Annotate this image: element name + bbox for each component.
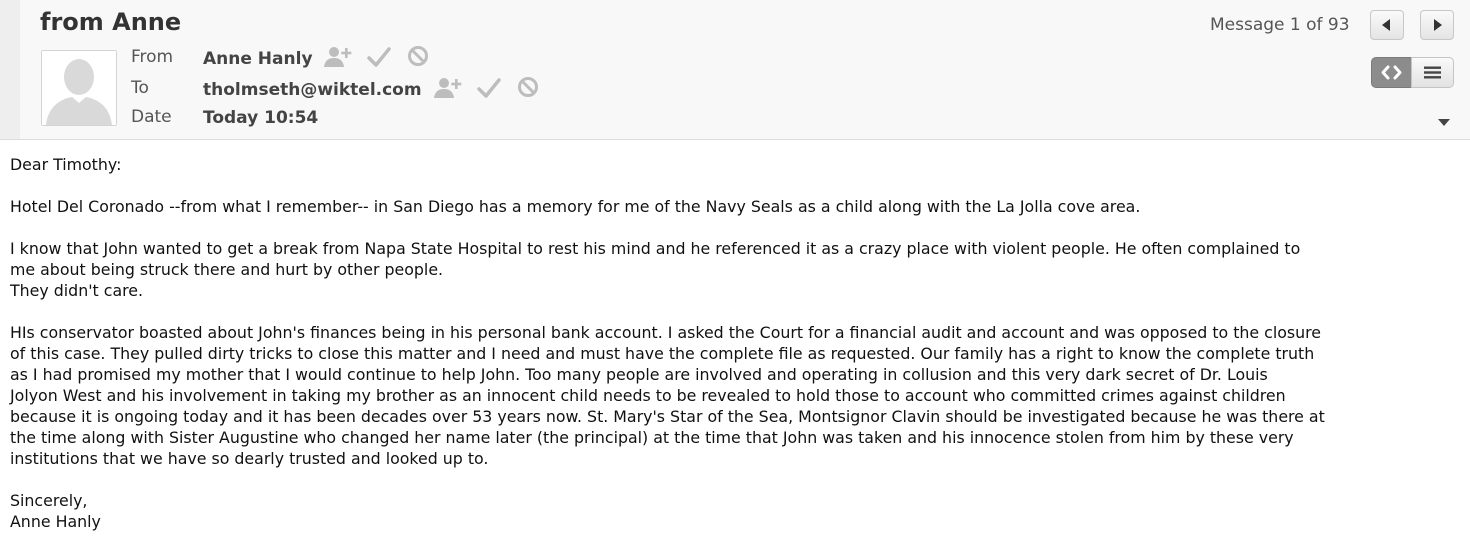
lines-icon	[1424, 66, 1441, 79]
triangle-left-icon	[1382, 19, 1390, 31]
body-line: me about being struck there and hurt by …	[10, 260, 444, 279]
previous-message-button[interactable]	[1370, 10, 1404, 40]
body-signature: Anne Hanly	[10, 512, 101, 531]
body-greeting: Dear Timothy:	[10, 155, 122, 174]
message-counter: Message 1 of 93	[1210, 15, 1350, 35]
block-icon[interactable]	[407, 45, 429, 67]
checkmark-icon[interactable]	[477, 76, 501, 100]
body-signoff: Sincerely, Anne Hanly	[10, 490, 1465, 532]
body-paragraph-1: Hotel Del Coronado --from what I remembe…	[10, 197, 1141, 216]
code-brackets-icon	[1381, 65, 1402, 80]
message-body: Dear Timothy: Hotel Del Coronado --from …	[10, 154, 1465, 553]
date-value: Today 10:54	[203, 108, 319, 128]
from-name[interactable]: Anne Hanly	[203, 49, 313, 69]
body-closing: Sincerely,	[10, 491, 88, 510]
date-label: Date	[131, 107, 172, 127]
from-label: From	[131, 47, 174, 67]
body-line: because it is ongoing today and it has b…	[10, 407, 1325, 426]
triangle-right-icon	[1434, 19, 1442, 31]
person-silhouette-icon	[42, 51, 116, 125]
body-line: institutions that we have so dearly trus…	[10, 449, 489, 468]
body-line: They didn't care.	[10, 281, 144, 300]
header-left-strip	[0, 0, 20, 139]
plain-view-toggle[interactable]	[1411, 57, 1454, 88]
body-paragraph-3: HIs conservator boasted about John's fin…	[10, 322, 1465, 469]
to-address[interactable]: tholmseth@wiktel.com	[203, 80, 422, 100]
body-line: Jolyon West and his involvement in takin…	[10, 386, 1286, 405]
body-line: I know that John wanted to get a break f…	[10, 239, 1301, 258]
message-subject: from Anne	[40, 8, 182, 36]
block-icon[interactable]	[517, 76, 539, 98]
body-paragraph-2: I know that John wanted to get a break f…	[10, 238, 1465, 301]
html-view-toggle[interactable]	[1371, 57, 1412, 88]
next-message-button[interactable]	[1420, 10, 1454, 40]
message-header: from Anne From Anne Hanly To tholmseth@w…	[0, 0, 1470, 140]
body-line: as I had promised my mother that I would…	[10, 365, 1268, 384]
checkmark-icon[interactable]	[367, 45, 391, 69]
add-contact-icon[interactable]	[323, 45, 353, 69]
to-label: To	[131, 78, 149, 98]
body-line: the time along with Sister Augustine who…	[10, 428, 1294, 447]
sender-avatar	[41, 50, 117, 126]
caret-down-icon[interactable]	[1437, 117, 1451, 127]
body-line: HIs conservator boasted about John's fin…	[10, 323, 1322, 342]
add-contact-icon[interactable]	[433, 76, 463, 100]
body-line: of this case. They pulled dirty tricks t…	[10, 344, 1315, 363]
